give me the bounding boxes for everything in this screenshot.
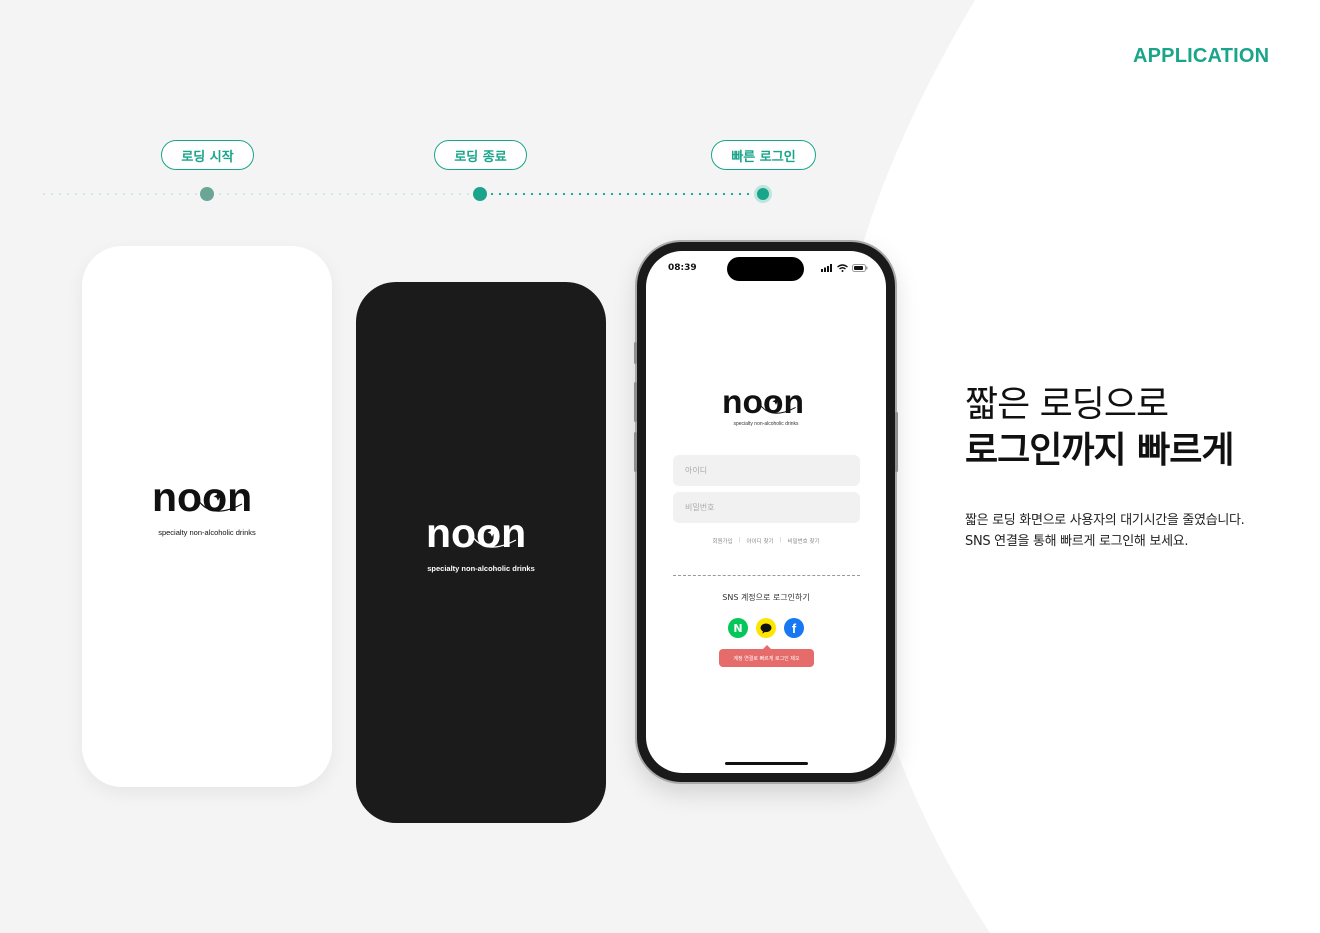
step-label: 빠른 로그인 bbox=[731, 149, 796, 165]
headline-line-2: 로그인까지 빠르게 bbox=[965, 430, 1234, 471]
noon-logo: noon bbox=[152, 478, 252, 520]
power-button bbox=[895, 412, 898, 472]
password-input[interactable]: 비밀번호 bbox=[673, 492, 860, 523]
sns-buttons: N f bbox=[646, 618, 886, 638]
status-time: 08:39 bbox=[668, 263, 697, 273]
dynamic-island bbox=[727, 257, 804, 281]
find-id-link[interactable]: 아이디 찾기 bbox=[747, 537, 774, 545]
wifi-icon bbox=[837, 264, 848, 272]
step-pill-quick-login: 빠른 로그인 bbox=[711, 140, 816, 170]
section-label: APPLICATION bbox=[1133, 45, 1270, 67]
login-screen: 08:39 noon specialty non-alcoholic drink… bbox=[646, 251, 886, 773]
headline: 짧은 로딩으로 로그인까지 빠르게 bbox=[965, 382, 1234, 474]
facebook-login-button[interactable]: f bbox=[784, 618, 804, 638]
description: 짧은 로딩 화면으로 사용자의 대기시간을 줄였습니다. SNS 연결을 통해 … bbox=[965, 510, 1245, 552]
loading-start-screen: noon specialty non-alcoholic drinks bbox=[82, 246, 332, 787]
loading-end-screen: noon specialty non-alcoholic drinks bbox=[356, 282, 606, 823]
headline-line-1: 짧은 로딩으로 bbox=[965, 384, 1169, 425]
sns-login-label: SNS 계정으로 로그인하기 bbox=[722, 593, 810, 602]
id-input[interactable]: 아이디 bbox=[673, 455, 860, 486]
sns-tooltip: 계정 연결로 빠르게 로그인 제오 bbox=[719, 645, 814, 667]
timeline-track-active bbox=[480, 193, 765, 195]
volume-down-button bbox=[634, 432, 637, 472]
password-placeholder: 비밀번호 bbox=[685, 503, 715, 512]
description-line-2: SNS 연결을 통해 빠르게 로그인해 보세요. bbox=[965, 534, 1189, 549]
iphone-frame: 08:39 noon specialty non-alcoholic drink… bbox=[634, 242, 898, 782]
step-label: 로딩 종료 bbox=[454, 149, 507, 165]
logo-text: noon bbox=[722, 385, 804, 421]
logo-text: noon bbox=[152, 478, 252, 520]
battery-icon bbox=[852, 264, 868, 272]
account-links: 회원가입 | 아이디 찾기 | 비밀번호 찾기 bbox=[646, 537, 886, 545]
volume-up-button bbox=[634, 382, 637, 422]
dashed-divider bbox=[673, 575, 860, 576]
facebook-icon: f bbox=[791, 620, 797, 636]
logo-tagline: specialty non-alcoholic drinks bbox=[427, 564, 535, 573]
step-pill-loading-end: 로딩 종료 bbox=[434, 140, 527, 170]
tooltip-text: 계정 연결로 빠르게 로그인 제오 bbox=[733, 655, 800, 662]
timeline-dot-1 bbox=[200, 187, 214, 201]
home-indicator bbox=[725, 762, 808, 765]
naver-icon: N bbox=[733, 621, 743, 635]
find-password-link[interactable]: 비밀번호 찾기 bbox=[787, 537, 819, 545]
link-separator: | bbox=[738, 537, 741, 543]
step-label: 로딩 시작 bbox=[181, 149, 234, 165]
noon-logo: noon bbox=[426, 514, 526, 556]
step-pill-loading-start: 로딩 시작 bbox=[161, 140, 254, 170]
noon-logo: noon bbox=[722, 385, 804, 421]
timeline-dot-2 bbox=[473, 187, 487, 201]
link-separator: | bbox=[779, 537, 782, 543]
kakao-login-button[interactable] bbox=[756, 618, 776, 638]
timeline-dot-3 bbox=[754, 185, 772, 203]
description-line-1: 짧은 로딩 화면으로 사용자의 대기시간을 줄였습니다. bbox=[965, 513, 1245, 528]
logo-tagline: specialty non-alcoholic drinks bbox=[158, 528, 256, 537]
logo-tagline: specialty non-alcoholic drinks bbox=[733, 421, 799, 427]
status-icons bbox=[821, 264, 868, 272]
signal-icon bbox=[821, 264, 832, 272]
signup-link[interactable]: 회원가입 bbox=[712, 537, 732, 545]
speech-bubble-icon bbox=[760, 623, 772, 634]
naver-login-button[interactable]: N bbox=[728, 618, 748, 638]
logo-text: noon bbox=[426, 514, 526, 556]
id-placeholder: 아이디 bbox=[685, 466, 708, 475]
action-button bbox=[634, 342, 637, 364]
